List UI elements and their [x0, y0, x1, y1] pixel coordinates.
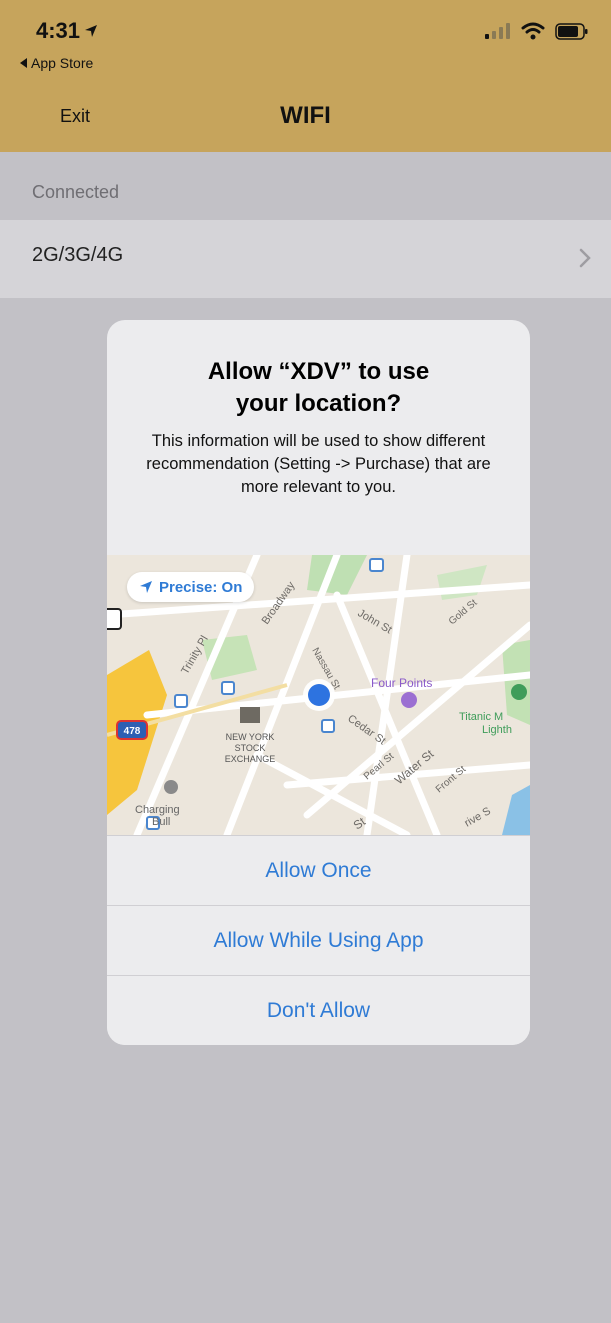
allow-once-button[interactable]: Allow Once — [107, 835, 530, 905]
alert-title-line1: Allow “XDV” to use — [207, 358, 430, 385]
section-header-connected: Connected — [32, 182, 120, 202]
map-label-titanic: Titanic M — [459, 711, 503, 723]
location-permission-alert: Allow “XDV” to use your location? This i… — [107, 320, 530, 1045]
chevron-right-icon — [579, 248, 591, 268]
cellular-signal-icon — [485, 23, 510, 39]
map-label-route: 478 — [124, 726, 141, 737]
alert-title: Allow “XDV” to use your location? — [137, 356, 500, 420]
alert-title-line2: your location? — [235, 390, 402, 417]
location-map: 478 NEW YORK STOCK EXCHANGE Four Points … — [107, 555, 530, 835]
location-arrow-icon — [140, 581, 152, 593]
map-label-nyse3: EXCHANGE — [225, 754, 276, 764]
header-bar: 4:31 App Store Exit WIFI — [0, 0, 611, 152]
status-icons — [485, 22, 589, 40]
network-row-label: 2G/3G/4G — [32, 244, 124, 266]
precise-label: Precise: On — [159, 578, 243, 596]
map-label-bull: Bull — [152, 816, 170, 828]
map-label-four-points: Four Points — [371, 676, 432, 690]
status-bar-time: 4:31 — [36, 18, 98, 44]
location-arrow-icon — [85, 25, 98, 37]
back-triangle-icon — [20, 58, 27, 68]
page-title: WIFI — [280, 102, 331, 129]
map-label-lighth: Lighth — [482, 724, 512, 736]
map-label-charging: Charging — [135, 804, 180, 816]
map-label-nyse2: STOCK — [235, 743, 266, 753]
alert-message: This information will be used to show di… — [146, 432, 491, 496]
allow-while-using-button[interactable]: Allow While Using App — [107, 905, 530, 975]
time-text: 4:31 — [36, 18, 81, 43]
battery-icon — [555, 22, 588, 40]
back-to-app-link[interactable]: App Store — [20, 55, 93, 71]
map-label-nyse1: NEW YORK — [226, 732, 275, 742]
dont-allow-button[interactable]: Don't Allow — [107, 975, 530, 1045]
back-app-label: App Store — [31, 55, 94, 71]
wifi-icon — [521, 22, 545, 40]
precise-toggle[interactable]: Precise: On — [127, 572, 255, 602]
network-row[interactable]: 2G/3G/4G — [0, 220, 611, 298]
